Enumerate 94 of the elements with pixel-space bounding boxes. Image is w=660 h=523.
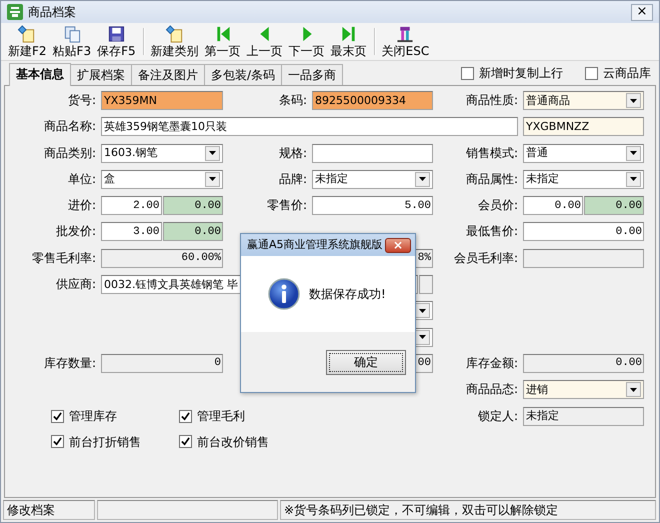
- dialog-title: 赢通A5商业管理系统旗舰版: [247, 236, 383, 253]
- checkbox[interactable]: [179, 435, 192, 448]
- caret-icon: [419, 308, 426, 313]
- toolbar-button[interactable]: 下一页: [286, 25, 328, 58]
- dropdown[interactable]: 普通商品: [523, 91, 644, 110]
- readonly-field[interactable]: 0: [101, 354, 223, 373]
- checkbox-label: 云商品库: [603, 65, 651, 82]
- field-label: 商品名称:: [42, 118, 96, 136]
- field-label: 货号:: [66, 92, 96, 109]
- tab[interactable]: 基本信息: [9, 63, 71, 86]
- checkbox-label: 管理毛利: [197, 408, 245, 426]
- field-label: 销售模式:: [464, 144, 518, 162]
- ok-button[interactable]: 确定: [326, 350, 406, 374]
- dropdown[interactable]: 1603.钢笔: [101, 144, 223, 163]
- locked-field[interactable]: 8925500009334: [312, 91, 433, 110]
- number-field[interactable]: 5.00: [312, 196, 433, 216]
- caret-icon: [419, 335, 426, 340]
- app-icon: [7, 4, 23, 20]
- readonly-field[interactable]: 未指定: [523, 406, 644, 426]
- readonly-field[interactable]: 60.00%: [101, 248, 223, 268]
- checkbox[interactable]: [585, 66, 598, 80]
- toolbar-button[interactable]: 保存F5: [94, 25, 139, 58]
- status-text: 修改档案: [3, 500, 95, 520]
- dropdown[interactable]: 未指定: [312, 170, 433, 189]
- input-field[interactable]: [312, 144, 433, 163]
- readonly-field: 0.00: [584, 196, 644, 216]
- locked-field[interactable]: YX359MN: [101, 91, 223, 110]
- tab[interactable]: 备注及图片: [131, 64, 205, 85]
- caret-icon: [630, 388, 637, 392]
- checkbox[interactable]: [51, 410, 64, 423]
- field-label: 进价:: [66, 197, 96, 214]
- readonly-field: 0.00: [162, 196, 223, 216]
- checkbox-label: 前台打折销售: [69, 434, 141, 451]
- toolbar-button[interactable]: 粘贴F3: [50, 25, 94, 58]
- tab[interactable]: 扩展档案: [70, 64, 132, 85]
- caret-icon: [630, 151, 637, 156]
- field-label: 条码:: [278, 92, 307, 109]
- checkbox-label: 管理库存: [69, 408, 117, 426]
- checkbox[interactable]: [461, 66, 474, 80]
- caret-icon: [630, 98, 637, 102]
- price-field[interactable]: 0.00: [523, 196, 583, 216]
- input-field[interactable]: YXGBMNZZ: [523, 117, 644, 136]
- field-label: 零售价:: [266, 197, 307, 214]
- field-label: 供应商:: [54, 276, 96, 294]
- information-icon: [268, 278, 300, 310]
- toolbar-button[interactable]: 新建类别: [148, 25, 202, 58]
- checkbox[interactable]: [179, 410, 192, 423]
- price-field[interactable]: 3.00: [101, 222, 162, 242]
- field-label: 品牌:: [278, 170, 307, 188]
- field-label: 会员毛利率:: [452, 250, 518, 267]
- toolbar-button[interactable]: 新建F2: [5, 25, 50, 58]
- field-label: 商品性质:: [464, 92, 518, 109]
- dropdown[interactable]: 普通: [523, 144, 644, 163]
- toolbar-button[interactable]: 上一页: [244, 25, 286, 58]
- readonly-field: 0.00: [162, 222, 223, 242]
- toolbar-button[interactable]: 关闭ESC: [378, 25, 432, 58]
- tab[interactable]: 一品多商: [281, 64, 344, 85]
- field-label: 批发价:: [54, 223, 96, 240]
- checkbox[interactable]: [51, 435, 64, 448]
- new-document-icon: [164, 25, 185, 43]
- field-label: 商品品态:: [464, 381, 518, 398]
- toolbar-button[interactable]: 最末页: [328, 25, 370, 58]
- caret-icon: [630, 177, 637, 182]
- dialog-message: 数据保存成功!: [309, 286, 386, 303]
- exit-door-icon: [395, 25, 416, 43]
- field-label: 库存金额:: [464, 354, 518, 372]
- browse-button[interactable]: [419, 275, 433, 294]
- readonly-field[interactable]: 0.00: [523, 354, 644, 373]
- tab[interactable]: 多包装/条码: [204, 64, 282, 85]
- caret-icon: [209, 151, 216, 156]
- field-label: 零售毛利率:: [30, 250, 96, 267]
- dropdown[interactable]: 未指定: [523, 170, 644, 189]
- checkbox-label: 新增时复制上行: [479, 65, 563, 82]
- window-title: 商品档案: [28, 4, 76, 21]
- field-label: 商品类别:: [42, 144, 96, 162]
- dropdown[interactable]: 进销: [523, 380, 644, 400]
- field-label: 库存数量:: [42, 354, 96, 372]
- field-label: 规格:: [278, 144, 307, 162]
- number-field[interactable]: 0.00: [523, 222, 644, 242]
- field-label: 单位:: [66, 170, 96, 188]
- caret-icon: [209, 177, 216, 182]
- field-label: 最低售价:: [464, 223, 518, 240]
- field-label: 商品属性:: [464, 170, 518, 188]
- caret-icon: [419, 177, 426, 182]
- field-label: 会员价:: [476, 197, 518, 214]
- close-button[interactable]: ×: [631, 4, 653, 20]
- input-field[interactable]: 英雄359钢笔墨囊10只装: [101, 117, 518, 136]
- price-field[interactable]: 2.00: [101, 196, 162, 216]
- field-label: 锁定人:: [476, 408, 518, 425]
- status-text: ※货号条码列已锁定，不可编辑，双击可以解除锁定: [280, 500, 656, 520]
- toolbar-button[interactable]: 第一页: [202, 25, 244, 58]
- readonly-field[interactable]: [523, 248, 644, 268]
- checkbox-label: 前台改价销售: [197, 434, 269, 451]
- dropdown[interactable]: 盒: [101, 170, 223, 189]
